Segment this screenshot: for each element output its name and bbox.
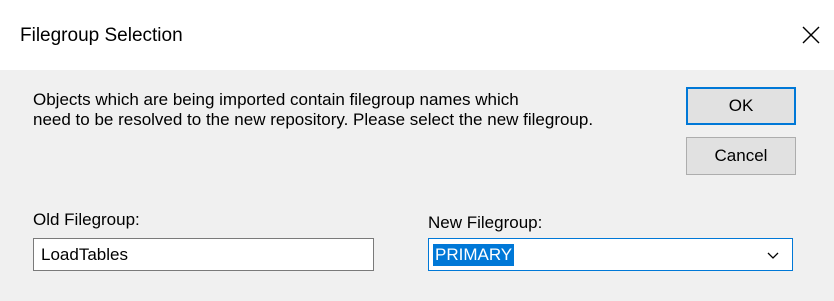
ok-button[interactable]: OK — [686, 87, 796, 125]
old-filegroup-field[interactable]: LoadTables — [33, 238, 374, 271]
close-button[interactable] — [788, 10, 834, 60]
new-filegroup-label: New Filegroup: — [428, 213, 543, 232]
chevron-down-icon[interactable] — [766, 248, 780, 262]
window-title: Filegroup Selection — [20, 25, 183, 46]
title-bar: Filegroup Selection — [0, 0, 834, 70]
new-filegroup-value: PRIMARY — [433, 243, 515, 266]
old-filegroup-value: LoadTables — [41, 244, 128, 264]
new-filegroup-select[interactable]: PRIMARY — [428, 238, 793, 271]
cancel-button[interactable]: Cancel — [686, 137, 796, 175]
dialog-message: Objects which are being imported contain… — [33, 90, 594, 129]
close-icon — [802, 26, 820, 44]
old-filegroup-label: Old Filegroup: — [33, 210, 140, 229]
filegroup-selection-dialog: Filegroup Selection Objects which are be… — [0, 0, 834, 301]
dialog-body: Objects which are being imported contain… — [0, 70, 834, 301]
